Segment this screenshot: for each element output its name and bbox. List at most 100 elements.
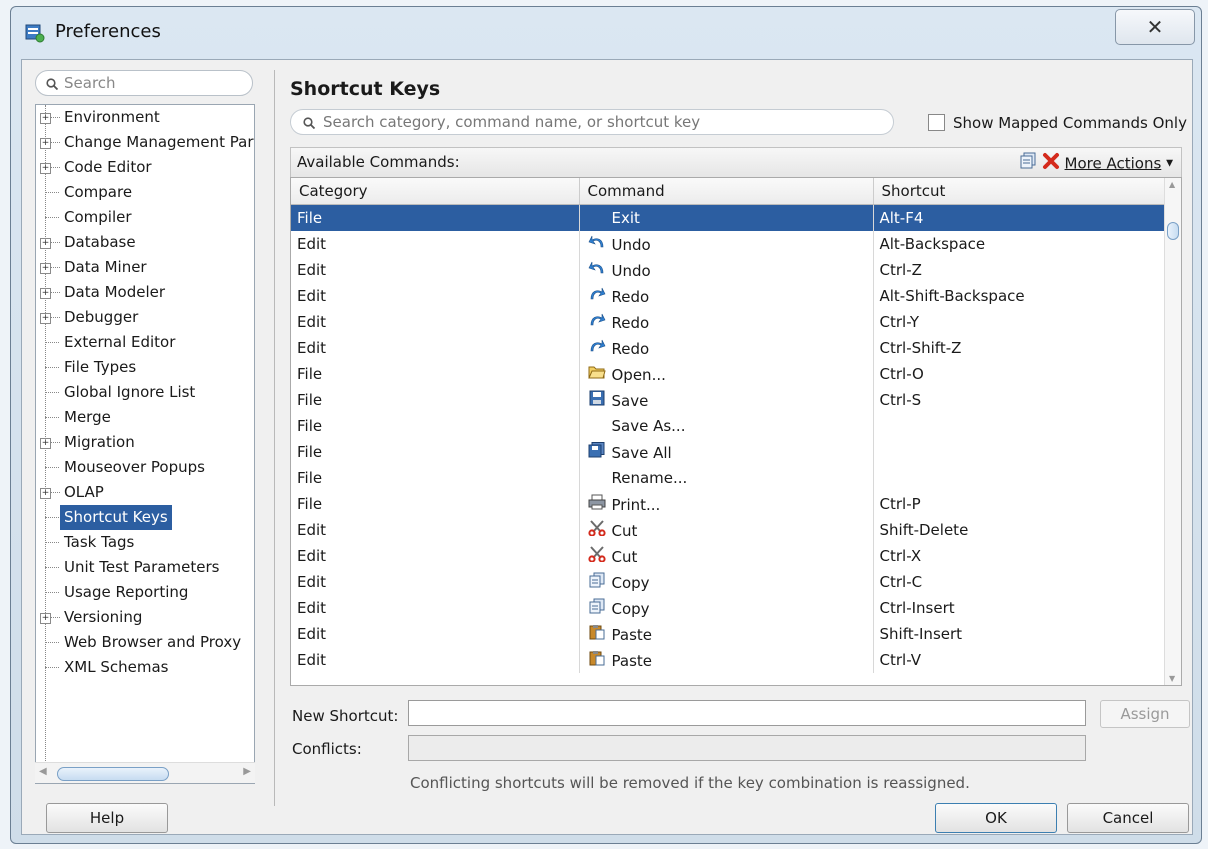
scrollbar-thumb[interactable]	[1167, 222, 1179, 240]
tree-item[interactable]: + Database	[36, 230, 254, 255]
tree-item[interactable]: + Change Management Par	[36, 130, 254, 155]
show-mapped-checkbox[interactable]: Show Mapped Commands Only	[928, 114, 1187, 132]
table-row[interactable]: Edit Paste Ctrl-V	[291, 647, 1166, 673]
show-mapped-label: Show Mapped Commands Only	[953, 114, 1187, 132]
expand-icon[interactable]: +	[40, 613, 51, 624]
table-row[interactable]: Edit Cut Ctrl-X	[291, 543, 1166, 569]
cancel-button[interactable]: Cancel	[1067, 803, 1189, 833]
table-row[interactable]: File Save All	[291, 439, 1166, 465]
table-row[interactable]: Edit Copy Ctrl-Insert	[291, 595, 1166, 621]
tree-item-label: Database	[64, 233, 136, 251]
column-header-command[interactable]: Command	[579, 178, 874, 205]
table-row[interactable]: Edit Redo Alt-Shift-Backspace	[291, 283, 1166, 309]
table-row[interactable]: File Save Ctrl-S	[291, 387, 1166, 413]
scroll-right-icon[interactable]: ▶	[243, 766, 251, 777]
tree-item[interactable]: Global Ignore List	[36, 380, 254, 405]
undo-icon	[586, 260, 608, 280]
tree-item[interactable]: + Data Modeler	[36, 280, 254, 305]
available-commands-bar: Available Commands: More Actions ▼	[290, 147, 1182, 177]
category-tree[interactable]: + Environment + Change Management Par + Code …	[35, 104, 255, 784]
category-cell: Edit	[291, 335, 580, 361]
tree-item[interactable]: Web Browser and Proxy	[36, 630, 254, 655]
tree-horizontal-scrollbar[interactable]: ◀ ▶	[35, 762, 255, 783]
column-header-shortcut[interactable]: Shortcut	[873, 178, 1166, 205]
tree-item[interactable]: + Migration	[36, 430, 254, 455]
new-shortcut-input[interactable]	[408, 700, 1086, 726]
scrollbar-thumb[interactable]	[57, 767, 169, 781]
tree-item[interactable]: External Editor	[36, 330, 254, 355]
command-label: Undo	[611, 262, 651, 280]
table-row[interactable]: File Print... Ctrl-P	[291, 491, 1166, 517]
more-actions-button[interactable]: More Actions ▼	[1065, 154, 1173, 172]
tree-connector	[50, 242, 60, 243]
expand-icon[interactable]: +	[40, 288, 51, 299]
expand-icon[interactable]: +	[40, 313, 51, 324]
table-vertical-scrollbar[interactable]: ▲ ▼	[1164, 178, 1181, 685]
ok-button[interactable]: OK	[935, 803, 1057, 833]
tree-item[interactable]: + Versioning	[36, 605, 254, 630]
preferences-search-input[interactable]: Search	[35, 70, 253, 96]
commands-table[interactable]: Category Command Shortcut File Exit Alt-F4…	[290, 177, 1182, 686]
table-row[interactable]: File Open... Ctrl-O	[291, 361, 1166, 387]
expand-icon[interactable]: +	[40, 113, 51, 124]
table-row[interactable]: File Rename...	[291, 465, 1166, 491]
expand-icon[interactable]: +	[40, 163, 51, 174]
paste-icon	[586, 624, 608, 644]
table-row[interactable]: Edit Copy Ctrl-C	[291, 569, 1166, 595]
command-cell: Undo	[579, 231, 874, 257]
table-row[interactable]: File Exit Alt-F4	[291, 204, 1166, 231]
scroll-down-icon[interactable]: ▼	[1169, 674, 1175, 683]
table-row[interactable]: Edit Undo Alt-Backspace	[291, 231, 1166, 257]
dialog-client: Search + Environment + Change Management Pa…	[21, 59, 1193, 835]
tree-connector	[50, 317, 60, 318]
expand-icon[interactable]: +	[40, 263, 51, 274]
category-cell: File	[291, 413, 580, 439]
command-cell: Cut	[579, 543, 874, 569]
tree-item[interactable]: File Types	[36, 355, 254, 380]
command-cell: Cut	[579, 517, 874, 543]
cut-icon	[586, 520, 608, 540]
expand-icon[interactable]: +	[40, 238, 51, 249]
table-row[interactable]: Edit Paste Shift-Insert	[291, 621, 1166, 647]
redo-icon	[586, 312, 608, 332]
tree-item[interactable]: Unit Test Parameters	[36, 555, 254, 580]
expand-icon[interactable]: +	[40, 138, 51, 149]
expand-icon[interactable]: +	[40, 438, 51, 449]
tree-item[interactable]: Compiler	[36, 205, 254, 230]
tree-item[interactable]: + Debugger	[36, 305, 254, 330]
tree-item[interactable]: + Code Editor	[36, 155, 254, 180]
conflicts-hint: Conflicting shortcuts will be removed if…	[410, 774, 970, 792]
tree-item[interactable]: + Data Miner	[36, 255, 254, 280]
tree-item[interactable]: Mouseover Popups	[36, 455, 254, 480]
assign-button[interactable]: Assign	[1100, 700, 1190, 728]
table-row[interactable]: Edit Redo Ctrl-Shift-Z	[291, 335, 1166, 361]
tree-item[interactable]: + OLAP	[36, 480, 254, 505]
table-row[interactable]: Edit Cut Shift-Delete	[291, 517, 1166, 543]
table-row[interactable]: Edit Undo Ctrl-Z	[291, 257, 1166, 283]
search-icon	[46, 78, 59, 91]
tree-item[interactable]: Usage Reporting	[36, 580, 254, 605]
panel-divider[interactable]	[274, 70, 275, 806]
close-button[interactable]: ✕	[1115, 9, 1195, 45]
tree-item[interactable]: Shortcut Keys	[36, 505, 254, 530]
scroll-left-icon[interactable]: ◀	[39, 766, 47, 777]
tree-item[interactable]: Compare	[36, 180, 254, 205]
command-cell: Redo	[579, 335, 874, 361]
tree-item[interactable]: + Environment	[36, 105, 254, 130]
delete-icon[interactable]	[1042, 153, 1060, 174]
tree-item[interactable]: Merge	[36, 405, 254, 430]
scroll-up-icon[interactable]: ▲	[1169, 180, 1175, 189]
command-label: Undo	[611, 236, 651, 254]
checkbox-box[interactable]	[928, 114, 945, 131]
expand-icon[interactable]: +	[40, 488, 51, 499]
column-header-category[interactable]: Category	[291, 178, 580, 205]
tree-item[interactable]: Task Tags	[36, 530, 254, 555]
search-placeholder: Search category, command name, or shortc…	[323, 113, 701, 131]
table-row[interactable]: Edit Redo Ctrl-Y	[291, 309, 1166, 335]
table-row[interactable]: File Save As...	[291, 413, 1166, 439]
tree-item[interactable]: XML Schemas	[36, 655, 254, 680]
duplicate-icon[interactable]	[1019, 152, 1037, 174]
tree-item-label: OLAP	[64, 483, 104, 501]
help-button[interactable]: Help	[46, 803, 168, 833]
command-search-input[interactable]: Search category, command name, or shortc…	[290, 109, 894, 135]
